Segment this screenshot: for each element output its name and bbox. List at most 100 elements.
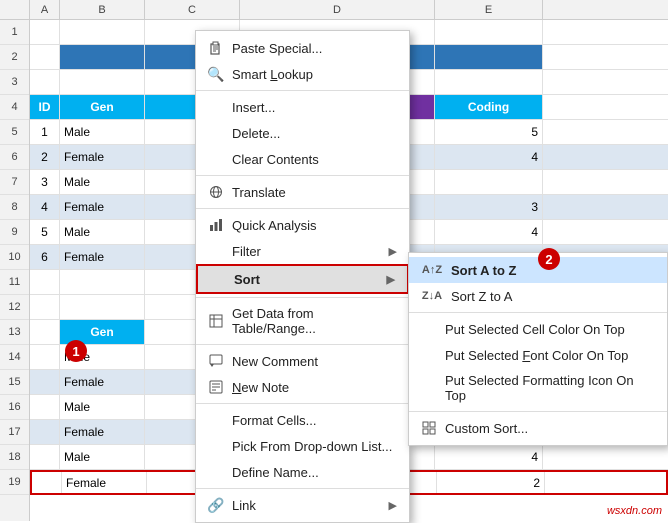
menu-label-insert: Insert... bbox=[232, 100, 397, 115]
formatting-icon-icon bbox=[421, 380, 437, 396]
cell-5b: Male bbox=[60, 120, 145, 144]
menu-label-clear-contents: Clear Contents bbox=[232, 152, 397, 167]
cell-18a bbox=[30, 445, 60, 469]
cell-11b bbox=[60, 270, 145, 294]
sort-arrow-icon: ▶ bbox=[387, 273, 395, 286]
custom-sort-icon bbox=[421, 420, 437, 436]
sort-az-icon: A↑Z bbox=[421, 262, 443, 278]
sort-submenu-item-za[interactable]: Z↓A Sort Z to A bbox=[409, 283, 667, 309]
menu-label-format-icon: Put Selected Formatting Icon On Top bbox=[445, 373, 655, 403]
cell-12b bbox=[60, 295, 145, 319]
menu-label-pick-dropdown: Pick From Drop-down List... bbox=[232, 439, 397, 454]
filter-icon bbox=[208, 243, 224, 259]
cell-4a: ID bbox=[30, 95, 60, 119]
menu-label-translate: Translate bbox=[232, 185, 397, 200]
separator-4 bbox=[196, 297, 409, 298]
cell-9b: Male bbox=[60, 220, 145, 244]
menu-item-smart-lookup[interactable]: 🔍 Smart Lookup bbox=[196, 61, 409, 87]
cell-14a bbox=[30, 345, 60, 369]
menu-item-paste-special[interactable]: Paste Special... bbox=[196, 35, 409, 61]
cell-2a bbox=[30, 45, 60, 69]
cell-19a bbox=[32, 472, 62, 493]
cell-2b bbox=[60, 45, 145, 69]
cell-2e bbox=[435, 45, 543, 69]
cell-1a bbox=[30, 20, 60, 44]
cell-7e bbox=[435, 170, 543, 194]
menu-item-quick-analysis[interactable]: Quick Analysis bbox=[196, 212, 409, 238]
sort-submenu-item-format-icon[interactable]: Put Selected Formatting Icon On Top bbox=[409, 368, 667, 408]
separator-3 bbox=[196, 208, 409, 209]
note-icon bbox=[208, 379, 224, 395]
menu-item-new-comment[interactable]: New Comment bbox=[196, 348, 409, 374]
cell-11a bbox=[30, 270, 60, 294]
menu-label-delete: Delete... bbox=[232, 126, 397, 141]
separator-5 bbox=[196, 344, 409, 345]
cell-6b: Female bbox=[60, 145, 145, 169]
sort-submenu-item-custom[interactable]: Custom Sort... bbox=[409, 415, 667, 441]
cell-10a: 6 bbox=[30, 245, 60, 269]
cell-4b: Gen bbox=[60, 95, 145, 119]
sort-icon bbox=[210, 271, 226, 287]
menu-item-delete[interactable]: Delete... bbox=[196, 120, 409, 146]
column-headers: A B C D E bbox=[0, 0, 668, 20]
menu-label-font-color: Put Selected Font Color On Top bbox=[445, 348, 655, 363]
get-data-icon bbox=[208, 313, 224, 329]
menu-item-insert[interactable]: Insert... bbox=[196, 94, 409, 120]
menu-label-smart-lookup: Smart Lookup bbox=[232, 67, 397, 82]
sort-za-icon: Z↓A bbox=[421, 288, 443, 304]
cell-9e: 4 bbox=[435, 220, 543, 244]
menu-label-new-note: New Note bbox=[232, 380, 397, 395]
filter-arrow-icon: ▶ bbox=[389, 245, 397, 258]
cell-5e: 5 bbox=[435, 120, 543, 144]
sort-submenu-item-font-color[interactable]: Put Selected Font Color On Top bbox=[409, 342, 667, 368]
quick-analysis-icon bbox=[208, 217, 224, 233]
cell-18e: 4 bbox=[435, 445, 543, 469]
menu-label-paste-special: Paste Special... bbox=[232, 41, 397, 56]
menu-item-filter[interactable]: Filter ▶ bbox=[196, 238, 409, 264]
cell-19e: 2 bbox=[437, 472, 545, 493]
clear-icon bbox=[208, 151, 224, 167]
col-header-e: E bbox=[435, 0, 543, 19]
cell-8e: 3 bbox=[435, 195, 543, 219]
cell-18b: Male bbox=[60, 445, 145, 469]
menu-label-sort-za: Sort Z to A bbox=[451, 289, 655, 304]
cell-9a: 5 bbox=[30, 220, 60, 244]
cell-1b bbox=[60, 20, 145, 44]
comment-icon bbox=[208, 353, 224, 369]
col-header-a: A bbox=[30, 0, 60, 19]
menu-label-custom-sort: Custom Sort... bbox=[445, 421, 655, 436]
menu-label-filter: Filter bbox=[232, 244, 381, 259]
menu-item-clear-contents[interactable]: Clear Contents bbox=[196, 146, 409, 172]
cell-16a bbox=[30, 395, 60, 419]
menu-item-format-cells[interactable]: Format Cells... bbox=[196, 407, 409, 433]
separator-6 bbox=[196, 403, 409, 404]
menu-item-get-data[interactable]: Get Data from Table/Range... bbox=[196, 301, 409, 341]
menu-item-translate[interactable]: Translate bbox=[196, 179, 409, 205]
menu-item-sort[interactable]: Sort ▶ bbox=[196, 264, 409, 294]
cell-15b: Female bbox=[60, 370, 145, 394]
menu-label-quick-analysis: Quick Analysis bbox=[232, 218, 397, 233]
menu-label-link: Link bbox=[232, 498, 381, 513]
cell-7a: 3 bbox=[30, 170, 60, 194]
cell-3a bbox=[30, 70, 60, 94]
separator-2 bbox=[196, 175, 409, 176]
menu-item-link[interactable]: 🔗 Link ▶ bbox=[196, 492, 409, 518]
cell-5a: 1 bbox=[30, 120, 60, 144]
sort-separator-2 bbox=[409, 411, 667, 412]
col-header-d: D bbox=[240, 0, 435, 19]
cell-3b bbox=[60, 70, 145, 94]
cell-12a bbox=[30, 295, 60, 319]
cell-6a: 2 bbox=[30, 145, 60, 169]
menu-item-pick-dropdown[interactable]: Pick From Drop-down List... bbox=[196, 433, 409, 459]
cell-7b: Male bbox=[60, 170, 145, 194]
paste-icon bbox=[208, 40, 224, 56]
badge-1: 1 bbox=[65, 340, 87, 362]
cell-19b: Female bbox=[62, 472, 147, 493]
menu-label-get-data: Get Data from Table/Range... bbox=[232, 306, 397, 336]
link-icon: 🔗 bbox=[208, 497, 224, 513]
cell-6e: 4 bbox=[435, 145, 543, 169]
menu-item-new-note[interactable]: New Note bbox=[196, 374, 409, 400]
menu-item-define-name[interactable]: Define Name... bbox=[196, 459, 409, 485]
menu-label-sort: Sort bbox=[234, 272, 379, 287]
sort-submenu-item-cell-color[interactable]: Put Selected Cell Color On Top bbox=[409, 316, 667, 342]
